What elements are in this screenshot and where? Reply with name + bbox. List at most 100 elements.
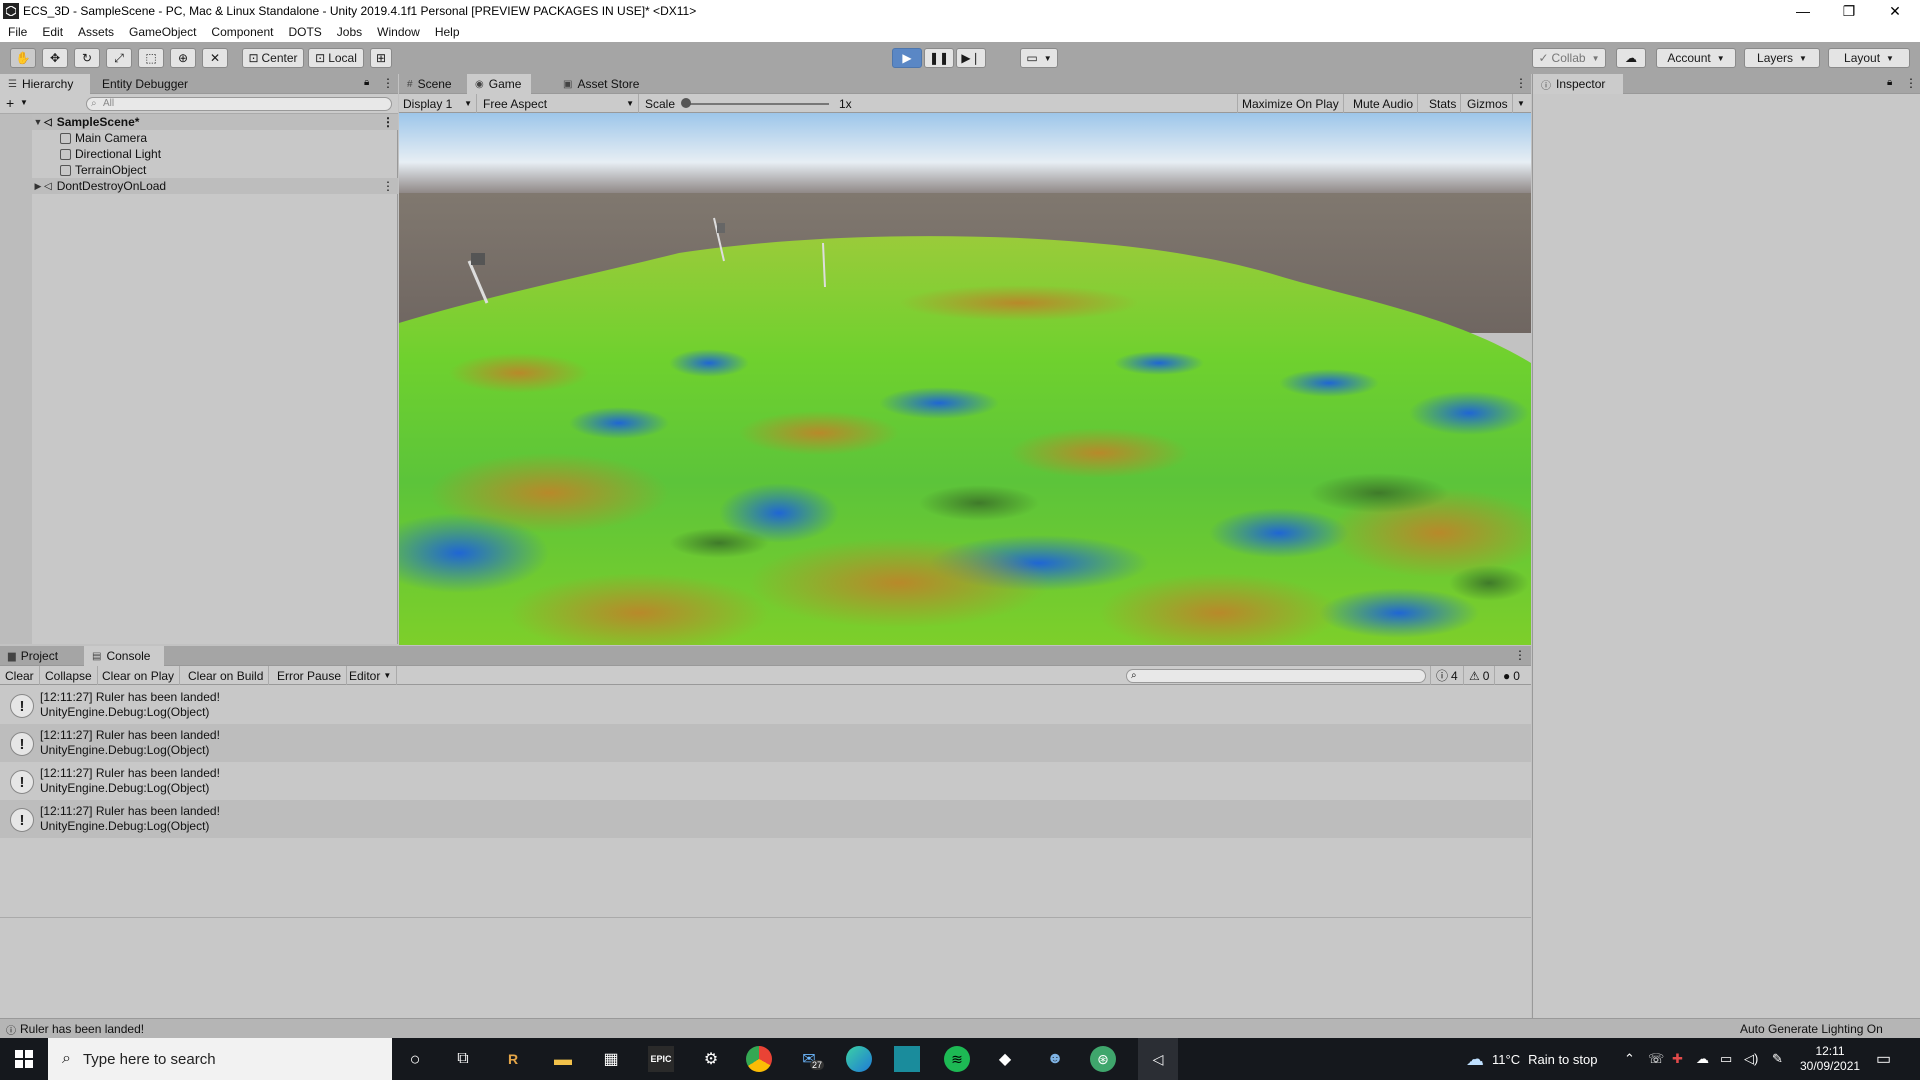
meet-now-icon[interactable]: ☏ <box>1648 1038 1664 1080</box>
kebab-menu-icon[interactable]: ⋮ <box>1905 76 1917 90</box>
collab-button[interactable]: ✓ Collab ▼ <box>1532 48 1606 68</box>
account-dropdown[interactable]: Account ▼ <box>1656 48 1736 68</box>
custom-tool-icon[interactable]: ✕ <box>202 48 228 68</box>
hierarchy-item-terrainobject[interactable]: TerrainObject <box>0 162 398 178</box>
teal-app-icon[interactable] <box>894 1046 920 1072</box>
pause-button[interactable]: ❚❚ <box>924 48 954 68</box>
pivot-local-button[interactable]: ⊡ Local <box>308 48 364 68</box>
scene-row[interactable]: ▼ ◁ SampleScene* ⋮ <box>0 114 398 130</box>
onedrive-icon[interactable]: ☁ <box>1696 1038 1709 1080</box>
console-search-input[interactable]: ⌕ <box>1126 669 1426 683</box>
godot-icon[interactable]: ☻ <box>1042 1046 1068 1072</box>
inkscape-icon[interactable]: ◆ <box>992 1046 1018 1072</box>
status-message[interactable]: Ruler has been landed! <box>20 1022 144 1036</box>
task-view-icon[interactable]: ⧉ <box>450 1046 476 1072</box>
log-entry[interactable]: ! [12:11:27] Ruler has been landed! Unit… <box>0 762 1531 800</box>
gift-icon[interactable]: ✚ <box>1672 1038 1683 1080</box>
menu-edit[interactable]: Edit <box>42 25 63 39</box>
stats-toggle[interactable]: Stats <box>1425 94 1462 113</box>
rect-tool-icon[interactable]: ⬚ <box>138 48 164 68</box>
epic-games-icon[interactable]: EPIC <box>648 1046 674 1072</box>
hierarchy-search-input[interactable]: ⌕ All <box>86 97 392 111</box>
menu-jobs[interactable]: Jobs <box>337 25 362 39</box>
cortana-icon[interactable]: ○ <box>402 1046 428 1072</box>
maximize-on-play-toggle[interactable]: Maximize On Play <box>1237 94 1344 113</box>
add-button[interactable]: + <box>6 95 14 111</box>
expand-arrow-icon[interactable]: ▼ <box>32 117 44 127</box>
snap-icon[interactable]: ⊞ <box>370 48 392 68</box>
maximize-button[interactable]: ❐ <box>1826 0 1872 22</box>
warning-filter-toggle[interactable]: ⚠ 0 <box>1464 666 1496 685</box>
tab-asset-store[interactable]: ▣ Asset Store <box>555 74 649 94</box>
scale-slider-track[interactable] <box>683 103 829 105</box>
cloud-icon[interactable]: ☁ <box>1616 48 1646 68</box>
hierarchy-item-main-camera[interactable]: Main Camera <box>0 130 398 146</box>
chrome-icon[interactable] <box>746 1046 772 1072</box>
volume-icon[interactable]: ◁) <box>1744 1038 1758 1080</box>
tab-hierarchy[interactable]: ☰ Hierarchy <box>0 74 90 94</box>
menu-assets[interactable]: Assets <box>78 25 114 39</box>
clear-button[interactable]: Clear <box>0 666 40 685</box>
lock-icon[interactable]: 🔒︎ <box>1887 77 1892 88</box>
kebab-menu-icon[interactable]: ⋮ <box>382 76 394 90</box>
windows-start-icon[interactable] <box>11 1046 37 1072</box>
transform-tool-icon[interactable]: ⊕ <box>170 48 196 68</box>
pen-icon[interactable]: ✎ <box>1772 1038 1783 1080</box>
taskbar-search-input[interactable]: ⌕ Type here to search <box>48 1038 392 1080</box>
clear-on-play-button[interactable]: Clear on Play <box>97 666 181 685</box>
info-filter-toggle[interactable]: ⓘ 4 <box>1430 666 1464 685</box>
display-dropdown[interactable]: Display 1 ▼ <box>399 94 477 113</box>
lock-icon[interactable]: 🔒︎ <box>364 77 369 88</box>
kebab-menu-icon[interactable]: ⋮ <box>1515 76 1527 90</box>
notifications-icon[interactable]: ▭ <box>1876 1038 1891 1080</box>
spotify-icon[interactable]: ≋ <box>944 1046 970 1072</box>
play-button[interactable]: ▶ <box>892 48 922 68</box>
log-entry[interactable]: ! [12:11:27] Ruler has been landed! Unit… <box>0 686 1531 724</box>
hierarchy-item-directional-light[interactable]: Directional Light <box>0 146 398 162</box>
gizmos-toggle[interactable]: Gizmos <box>1463 94 1513 113</box>
hand-tool-icon[interactable]: ✋ <box>10 48 36 68</box>
menu-dots[interactable]: DOTS <box>288 25 321 39</box>
tab-console[interactable]: ▤ Console <box>84 646 164 666</box>
gizmos-dropdown-icon[interactable]: ▼ <box>1513 94 1529 113</box>
network-icon[interactable]: ▭ <box>1720 1038 1732 1080</box>
close-button[interactable]: ✕ <box>1872 0 1918 22</box>
mail-icon[interactable]: ✉ 27 <box>796 1046 825 1072</box>
aspect-dropdown[interactable]: Free Aspect ▼ <box>479 94 639 113</box>
minimize-button[interactable]: — <box>1780 0 1826 22</box>
menu-help[interactable]: Help <box>435 25 460 39</box>
menu-file[interactable]: File <box>8 25 27 39</box>
mute-audio-toggle[interactable]: Mute Audio <box>1349 94 1419 113</box>
tab-scene[interactable]: # Scene <box>399 74 465 94</box>
dontdestroyonload-row[interactable]: ▶ ◁ DontDestroyOnLoad ⋮ <box>0 178 398 194</box>
show-hidden-icons[interactable]: ⌃ <box>1624 1038 1635 1080</box>
file-explorer-icon[interactable]: ▬ <box>550 1046 576 1072</box>
console-divider[interactable] <box>0 917 1531 918</box>
layout-dropdown[interactable]: Layout ▼ <box>1828 48 1910 68</box>
error-pause-button[interactable]: Error Pause <box>272 666 348 685</box>
weather-widget[interactable]: ☁ 11°C Rain to stop <box>1466 1038 1597 1080</box>
expand-arrow-icon[interactable]: ▶ <box>32 181 44 192</box>
pivot-center-button[interactable]: ⊡ Center <box>242 48 304 68</box>
scale-slider-handle[interactable] <box>681 98 691 108</box>
kebab-menu-icon[interactable]: ⋮ <box>1514 648 1526 662</box>
steam-icon[interactable]: ⚙ <box>698 1046 724 1072</box>
gitkraken-icon[interactable]: ⊛ <box>1090 1046 1116 1072</box>
ddol-kebab-icon[interactable]: ⋮ <box>382 179 394 193</box>
scene-kebab-icon[interactable]: ⋮ <box>382 115 394 129</box>
collapse-button[interactable]: Collapse <box>40 666 98 685</box>
editor-dropdown[interactable]: Editor ▼ <box>344 666 398 685</box>
store-icon[interactable]: ▦ <box>598 1046 624 1072</box>
clear-on-build-button[interactable]: Clear on Build <box>183 666 270 685</box>
layers-dropdown[interactable]: Layers ▼ <box>1744 48 1820 68</box>
menu-gameobject[interactable]: GameObject <box>129 25 196 39</box>
tab-inspector[interactable]: ⓘ Inspector <box>1533 74 1623 94</box>
log-entry[interactable]: ! [12:11:27] Ruler has been landed! Unit… <box>0 724 1531 762</box>
chevron-down-icon[interactable]: ▼ <box>20 98 28 107</box>
cloud-build-icon[interactable]: ▭ ▼ <box>1020 48 1058 68</box>
unity-taskbar-icon[interactable]: ◁ <box>1138 1038 1178 1080</box>
riot-launcher-icon[interactable]: R <box>500 1046 526 1072</box>
menu-window[interactable]: Window <box>377 25 420 39</box>
tab-project[interactable]: ▆ Project <box>0 646 82 666</box>
game-viewport[interactable] <box>399 113 1531 645</box>
